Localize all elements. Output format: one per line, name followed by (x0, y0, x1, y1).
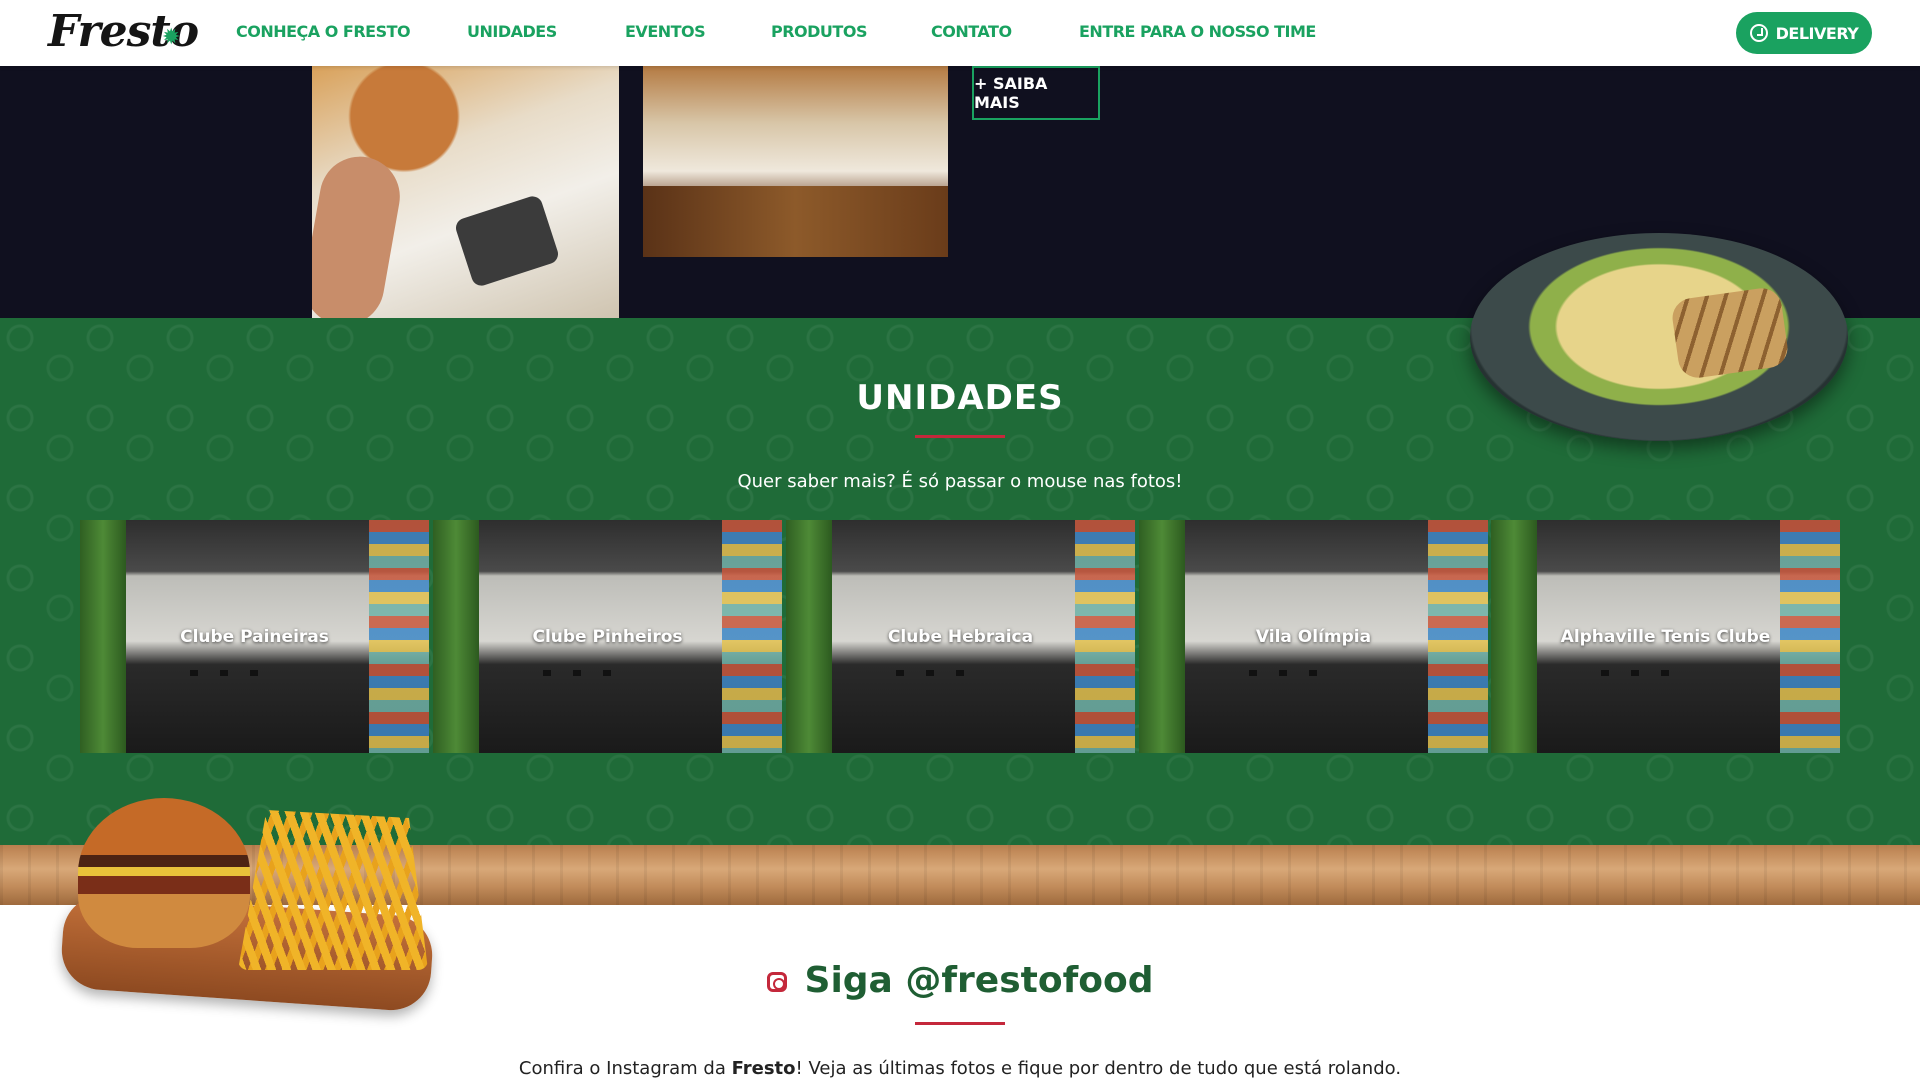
unit-card-alphaville-tenis-clube[interactable]: Alphaville Tenis Clube (1491, 520, 1840, 753)
product-photo-sandwich-board (643, 66, 948, 257)
clock-icon (1749, 24, 1768, 42)
site-header: Fresto ✹ CONHEÇA O FRESTO UNIDADES EVENT… (0, 0, 1920, 66)
unit-card-clube-hebraica[interactable]: Clube Hebraica (786, 520, 1135, 753)
unidades-subtitle: Quer saber mais? É só passar o mouse nas… (737, 471, 1183, 492)
nav-entre-para-o-nosso-time[interactable]: ENTRE PARA O NOSSO TIME (1079, 22, 1316, 41)
title-underline (915, 435, 1005, 438)
nav-contato[interactable]: CONTATO (931, 22, 1012, 41)
nav-unidades[interactable]: UNIDADES (467, 22, 557, 41)
nav-eventos[interactable]: EVENTOS (625, 22, 706, 41)
nav-produtos[interactable]: PRODUTOS (771, 22, 867, 41)
unit-card-clube-paineiras[interactable]: Clube Paineiras (80, 520, 429, 753)
instagram-underline (915, 1022, 1005, 1025)
delivery-button[interactable]: DELIVERY (1736, 12, 1872, 54)
instagram-subtitle: Confira o Instagram da Fresto! Veja as ú… (518, 1058, 1402, 1079)
unit-card-clube-pinheiros[interactable]: Clube Pinheiros (433, 520, 782, 753)
unit-label: Clube Paineiras (180, 626, 329, 647)
unit-label: Vila Olímpia (1255, 626, 1372, 647)
logo-star-icon: ✹ (162, 24, 181, 49)
brand-name: Fresto (731, 1058, 796, 1079)
unit-label: Clube Hebraica (887, 626, 1034, 647)
fries-image (238, 810, 428, 970)
delivery-label: DELIVERY (1775, 23, 1859, 43)
instagram-title-text: Siga @frestofood (804, 960, 1154, 1001)
burger-image (78, 798, 250, 948)
nav-conheca-o-fresto[interactable]: CONHEÇA O FRESTO (236, 22, 411, 41)
unit-card-vila-olimpia[interactable]: Vila Olímpia (1139, 520, 1488, 753)
instagram-icon (766, 972, 787, 992)
unidades-grid: Clube Paineiras Clube Pinheiros Clube He… (80, 520, 1840, 753)
unit-label: Alphaville Tenis Clube (1560, 626, 1771, 647)
product-photo-sandwich-hand (312, 66, 619, 318)
saiba-mais-button[interactable]: + SAIBA MAIS (972, 66, 1100, 120)
unit-label: Clube Pinheiros (532, 626, 683, 647)
salad-plate-image (1470, 233, 1848, 441)
